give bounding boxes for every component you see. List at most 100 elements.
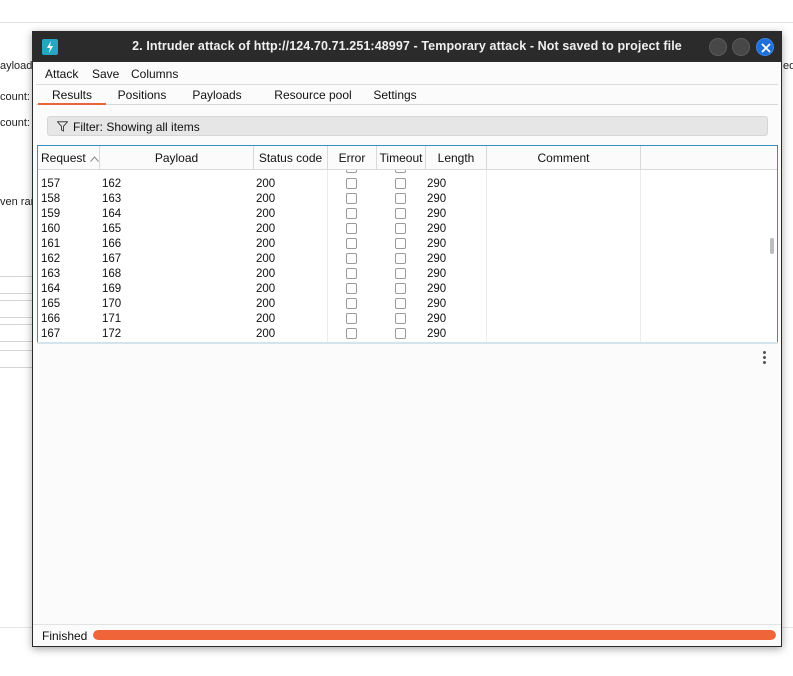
length-cell: 290 bbox=[427, 253, 447, 265]
tab-settings[interactable]: Settings bbox=[365, 88, 425, 102]
table-row[interactable]: 164 169 200 290 bbox=[38, 282, 764, 297]
error-checkbox[interactable] bbox=[346, 253, 357, 264]
split-pane-divider[interactable] bbox=[37, 342, 778, 344]
table-body: 157 162 200 290 158 163 200 290 159 164 200 290 160 1… bbox=[38, 170, 777, 342]
timeout-checkbox[interactable] bbox=[395, 223, 406, 234]
table-row[interactable]: 160 165 200 290 bbox=[38, 222, 764, 237]
error-checkbox[interactable] bbox=[346, 178, 357, 189]
table-row[interactable]: 166 171 200 290 bbox=[38, 312, 764, 327]
payload-cell: 170 bbox=[102, 298, 122, 310]
timeout-checkbox[interactable] bbox=[395, 238, 406, 249]
background-label: count: bbox=[0, 91, 30, 103]
tab-results[interactable]: Results bbox=[38, 88, 106, 102]
length-cell: 290 bbox=[427, 223, 447, 235]
maximize-button[interactable] bbox=[732, 38, 750, 56]
table-row[interactable]: 162 167 200 290 bbox=[38, 252, 764, 267]
menu-attack[interactable]: Attack bbox=[45, 67, 78, 81]
title-bar[interactable]: 2. Intruder attack of http://124.70.71.2… bbox=[33, 32, 781, 62]
progress-fill bbox=[93, 630, 776, 640]
status-code-cell: 200 bbox=[256, 268, 276, 280]
table-row[interactable]: 167 172 200 290 bbox=[38, 327, 764, 342]
payload-cell: 169 bbox=[102, 283, 122, 295]
table-row[interactable]: 165 170 200 290 bbox=[38, 297, 764, 312]
table-row[interactable]: 157 162 200 290 bbox=[38, 177, 764, 192]
request-cell: 159 bbox=[41, 208, 61, 220]
minimize-button[interactable] bbox=[709, 38, 727, 56]
error-checkbox[interactable] bbox=[346, 268, 357, 279]
timeout-checkbox[interactable] bbox=[395, 283, 406, 294]
timeout-checkbox[interactable] bbox=[395, 178, 406, 189]
tab-payloads[interactable]: Payloads bbox=[185, 88, 249, 102]
request-cell: 162 bbox=[41, 253, 61, 265]
timeout-checkbox[interactable] bbox=[395, 170, 406, 173]
tab-positions[interactable]: Positions bbox=[110, 88, 174, 102]
background-field bbox=[0, 324, 33, 342]
error-checkbox[interactable] bbox=[346, 298, 357, 309]
error-checkbox[interactable] bbox=[346, 223, 357, 234]
active-tab-indicator bbox=[38, 103, 106, 105]
length-cell: 290 bbox=[427, 298, 447, 310]
payload-cell: 166 bbox=[102, 238, 122, 250]
length-cell: 290 bbox=[427, 178, 447, 190]
error-checkbox[interactable] bbox=[346, 283, 357, 294]
background-label: count: bbox=[0, 117, 30, 129]
column-header-error[interactable]: Error bbox=[328, 146, 377, 170]
status-code-cell: 200 bbox=[256, 298, 276, 310]
menu-save[interactable]: Save bbox=[92, 67, 119, 81]
timeout-checkbox[interactable] bbox=[395, 253, 406, 264]
column-header-comment[interactable]: Comment bbox=[487, 146, 641, 170]
length-cell: 290 bbox=[427, 208, 447, 220]
background-field bbox=[0, 276, 33, 294]
length-cell: 290 bbox=[427, 313, 447, 325]
request-cell: 160 bbox=[41, 223, 61, 235]
filter-bar[interactable]: Filter: Showing all items bbox=[47, 116, 768, 136]
menu-bar: Attack Save Columns bbox=[33, 62, 781, 84]
error-checkbox[interactable] bbox=[346, 170, 357, 173]
window-title: 2. Intruder attack of http://124.70.71.2… bbox=[132, 39, 682, 53]
error-checkbox[interactable] bbox=[346, 238, 357, 249]
payload-cell: 162 bbox=[102, 178, 122, 190]
background-label: ed bbox=[783, 60, 793, 72]
payload-cell: 167 bbox=[102, 253, 122, 265]
error-checkbox[interactable] bbox=[346, 328, 357, 339]
column-header-status-code[interactable]: Status code bbox=[254, 146, 328, 170]
error-checkbox[interactable] bbox=[346, 313, 357, 324]
status-code-cell: 200 bbox=[256, 283, 276, 295]
table-row[interactable]: 163 168 200 290 bbox=[38, 267, 764, 282]
timeout-checkbox[interactable] bbox=[395, 193, 406, 204]
timeout-checkbox[interactable] bbox=[395, 298, 406, 309]
table-row[interactable]: 161 166 200 290 bbox=[38, 237, 764, 252]
timeout-checkbox[interactable] bbox=[395, 313, 406, 324]
request-cell: 167 bbox=[41, 328, 61, 340]
timeout-checkbox[interactable] bbox=[395, 328, 406, 339]
background-field bbox=[0, 350, 33, 368]
table-header: Request Payload Status code Error Timeou… bbox=[38, 146, 777, 170]
timeout-checkbox[interactable] bbox=[395, 208, 406, 219]
column-header-timeout[interactable]: Timeout bbox=[377, 146, 426, 170]
payload-cell: 165 bbox=[102, 223, 122, 235]
vertical-scrollbar[interactable] bbox=[770, 238, 774, 254]
tab-bar: Results Positions Payloads Resource pool… bbox=[36, 84, 778, 105]
close-button[interactable] bbox=[756, 38, 774, 56]
status-code-cell: 200 bbox=[256, 328, 276, 340]
payload-cell: 168 bbox=[102, 268, 122, 280]
table-row[interactable]: 159 164 200 290 bbox=[38, 207, 764, 222]
error-checkbox[interactable] bbox=[346, 208, 357, 219]
background-divider bbox=[0, 22, 793, 23]
error-checkbox[interactable] bbox=[346, 193, 357, 204]
timeout-checkbox[interactable] bbox=[395, 268, 406, 279]
request-cell: 166 bbox=[41, 313, 61, 325]
column-header-payload[interactable]: Payload bbox=[100, 146, 254, 170]
request-response-pane bbox=[37, 345, 778, 623]
tab-resource-pool[interactable]: Resource pool bbox=[266, 88, 360, 102]
more-options-icon[interactable] bbox=[762, 351, 768, 367]
table-row[interactable]: 158 163 200 290 bbox=[38, 192, 764, 207]
status-code-cell: 200 bbox=[256, 238, 276, 250]
menu-columns[interactable]: Columns bbox=[131, 67, 178, 81]
request-cell: 164 bbox=[41, 283, 61, 295]
column-header-length[interactable]: Length bbox=[426, 146, 487, 170]
request-cell: 157 bbox=[41, 178, 61, 190]
length-cell: 290 bbox=[427, 283, 447, 295]
column-header-request[interactable]: Request bbox=[38, 146, 100, 170]
length-cell: 290 bbox=[427, 328, 447, 340]
